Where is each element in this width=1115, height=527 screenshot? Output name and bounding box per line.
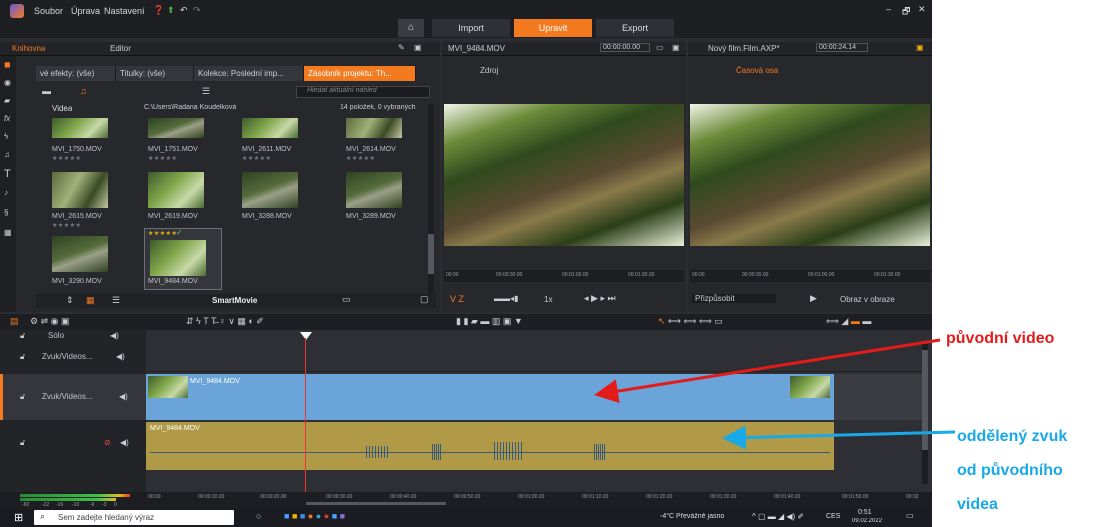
annotation-separated-line1: oddělený zvuk bbox=[957, 428, 1068, 445]
annotation-separated-line2: od původního bbox=[957, 462, 1063, 479]
annotation-original-video: původní video bbox=[946, 330, 1055, 347]
annotation-arrows bbox=[594, 338, 956, 450]
red-arrow bbox=[594, 338, 941, 404]
annotation-separated-line3: videa bbox=[957, 496, 998, 513]
blue-arrow bbox=[722, 425, 956, 450]
